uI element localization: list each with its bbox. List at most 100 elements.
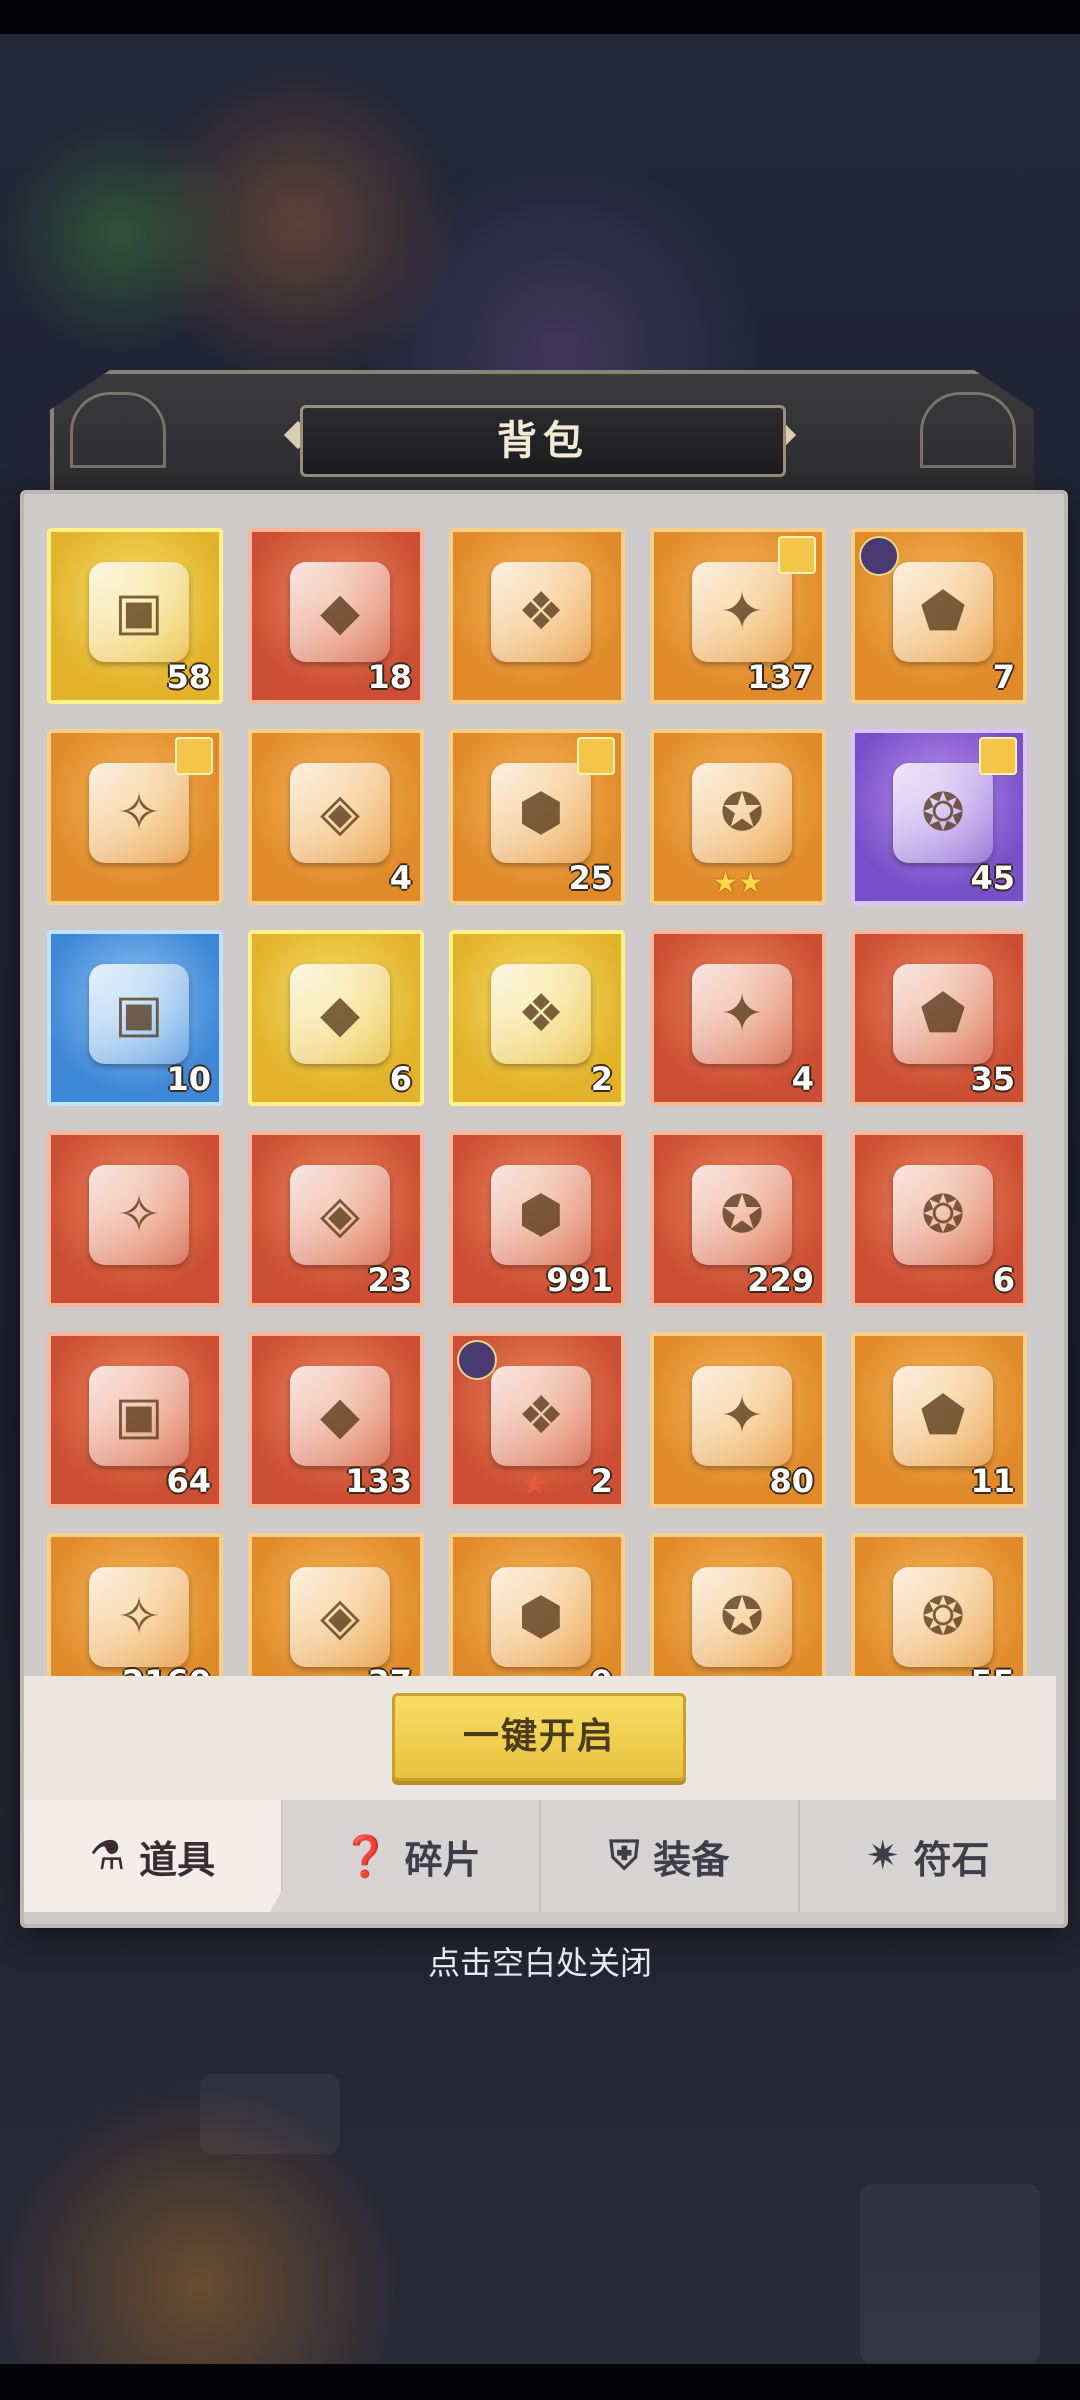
purple-triangle-gem-icon: ◆ bbox=[290, 964, 390, 1064]
silver-chest-icon: ✦ bbox=[692, 562, 792, 662]
red-medal-icon: ◈ bbox=[290, 1165, 390, 1265]
item-slot[interactable]: ✪ bbox=[650, 1533, 826, 1676]
open-all-button[interactable]: 一键开启 bbox=[392, 1693, 686, 1781]
tab-items[interactable]: ⚗ 道具 bbox=[24, 1800, 283, 1912]
item-slot[interactable]: ⬢ 991 bbox=[449, 1131, 625, 1307]
item-count: 4 bbox=[389, 859, 412, 897]
hero-card-pack-multi-icon: ✧ bbox=[89, 763, 189, 863]
item-slot[interactable]: ❖ bbox=[449, 528, 625, 704]
item-count: 2 bbox=[590, 1462, 613, 1500]
tab-equipment[interactable]: ⛨ 装备 bbox=[541, 1800, 800, 1912]
red-rune-disc-icon: ✦ bbox=[692, 964, 792, 1064]
gold-sun-icon: ⬟ bbox=[893, 1366, 993, 1466]
item-slot[interactable]: ✧ bbox=[47, 729, 223, 905]
item-slot[interactable]: ◆ 133 bbox=[248, 1332, 424, 1508]
star-rating: ★★ bbox=[712, 866, 764, 899]
ice-star-icon: ⬢ bbox=[491, 1567, 591, 1667]
item-slot[interactable]: ⬟ 11 bbox=[851, 1332, 1027, 1508]
item-slot[interactable]: ▣ 64 bbox=[47, 1332, 223, 1508]
item-count: 137 bbox=[747, 658, 814, 696]
item-count: 11 bbox=[970, 1462, 1015, 1500]
item-slot[interactable]: ❂ 45 bbox=[851, 729, 1027, 905]
item-slot[interactable]: ❂ 6 bbox=[851, 1131, 1027, 1307]
item-slot[interactable]: ❖ ★ 2 bbox=[449, 1332, 625, 1508]
item-slot[interactable]: ⬢ 25 bbox=[449, 729, 625, 905]
tab-label: 装备 bbox=[653, 1837, 730, 1882]
item-slot[interactable]: ✦ 137 bbox=[650, 528, 826, 704]
item-count: 991 bbox=[546, 1261, 613, 1299]
tab-label: 符石 bbox=[913, 1837, 990, 1882]
item-slot[interactable]: ▣ 10 bbox=[47, 930, 223, 1106]
item-slot[interactable]: ✪ ★★ bbox=[650, 729, 826, 905]
close-hint: 点击空白处关闭 bbox=[427, 1944, 652, 1982]
tab-runestones[interactable]: ✷ 符石 bbox=[800, 1800, 1057, 1912]
crystal-cross-icon: ⬟ bbox=[893, 964, 993, 1064]
item-count: 18 bbox=[367, 658, 412, 696]
item-slot[interactable]: ◈ 4 bbox=[248, 729, 424, 905]
inventory-grid: ▣ 58 ◆ 18 ❖ ✦ 137 ⬟ 7 ✧ ◈ 4 ⬢ 25 ✪ ★★ ❂ 45 ▣ 10 ◆ 6 ❖ 2 ✦ 4 ⬟ 35 ✧ ◈ 2… bbox=[44, 524, 1036, 1676]
item-count: 25 bbox=[568, 859, 613, 897]
rune-star-icon: ✷ bbox=[865, 1833, 900, 1879]
status-bar bbox=[0, 0, 1080, 34]
item-slot[interactable]: ◆ 18 bbox=[248, 528, 424, 704]
item-slot[interactable]: ✧ bbox=[47, 1131, 223, 1307]
gem-emblem-icon: ✪ bbox=[692, 1567, 792, 1667]
question-card-icon: ❓ bbox=[340, 1833, 391, 1880]
card-selection-chest-icon: ⬢ bbox=[491, 763, 591, 863]
item-slot[interactable]: ◆ 6 bbox=[248, 930, 424, 1106]
item-count: 133 bbox=[345, 1462, 412, 1500]
item-count: 4 bbox=[791, 1060, 814, 1098]
item-count: 80 bbox=[769, 1462, 814, 1500]
purple-selection-chest-icon: ❂ bbox=[893, 763, 993, 863]
item-count: 55 bbox=[970, 1663, 1015, 1676]
hero-card-pack-icon: ❖ bbox=[491, 562, 591, 662]
item-slot[interactable]: ⬟ 7 bbox=[851, 528, 1027, 704]
gold-chest-icon: ◈ bbox=[290, 763, 390, 863]
item-slot[interactable]: ◈ 23 bbox=[248, 1131, 424, 1307]
item-count: 6 bbox=[389, 1060, 412, 1098]
purple-winged-chest-icon: ⬟ bbox=[893, 562, 993, 662]
item-count: 6 bbox=[992, 1261, 1015, 1299]
item-slot[interactable]: ⬟ 35 bbox=[851, 930, 1027, 1106]
item-slot[interactable]: ✦ 80 bbox=[650, 1332, 826, 1508]
panel-title: 背包 bbox=[300, 405, 786, 477]
item-count: 37 bbox=[367, 1663, 412, 1676]
item-slot[interactable]: ✦ 4 bbox=[650, 930, 826, 1106]
selection-badge-icon bbox=[778, 536, 816, 574]
nav-bar bbox=[0, 2364, 1080, 2400]
item-count: 2160 bbox=[122, 1663, 211, 1676]
winged-chest-icon: ▣ bbox=[89, 562, 189, 662]
item-slot[interactable]: ⬢9 bbox=[449, 1533, 625, 1676]
item-slot[interactable]: ❂55 bbox=[851, 1533, 1027, 1676]
item-count: 9 bbox=[591, 1663, 613, 1676]
selection-badge-icon bbox=[979, 737, 1017, 775]
hero-spirit-icon: ❖ bbox=[491, 1366, 591, 1466]
tab-fragments[interactable]: ❓ 碎片 bbox=[283, 1800, 541, 1912]
tab-label: 道具 bbox=[139, 1837, 216, 1882]
item-count: 10 bbox=[166, 1060, 211, 1098]
shield-icon: ⛨ bbox=[609, 1833, 640, 1879]
selection-badge-icon bbox=[175, 737, 213, 775]
item-count: 7 bbox=[992, 658, 1015, 696]
crystal-drop-icon: ✧ bbox=[89, 1567, 189, 1667]
background-decoration bbox=[200, 2074, 340, 2154]
faction-tag-icon bbox=[859, 536, 899, 576]
item-slot[interactable]: ▣ 58 bbox=[47, 528, 223, 704]
inventory-tabs: ⚗ 道具 ❓ 碎片 ⛨ 装备 ✷ 符石 bbox=[24, 1800, 1056, 1912]
background-decoration bbox=[860, 2184, 1040, 2364]
tab-label: 碎片 bbox=[404, 1837, 481, 1882]
gold-book-icon: ✦ bbox=[692, 1366, 792, 1466]
item-slot[interactable]: ✪ 229 bbox=[650, 1131, 826, 1307]
faction-tag-icon bbox=[457, 1340, 497, 1380]
item-slot[interactable]: ❖ 2 bbox=[449, 930, 625, 1106]
item-count: 45 bbox=[970, 859, 1015, 897]
item-slot[interactable]: ✧2160 bbox=[47, 1533, 223, 1676]
item-count: 2 bbox=[590, 1060, 613, 1098]
selection-badge-icon bbox=[577, 737, 615, 775]
purple-orb-icon: ◈ bbox=[290, 1567, 390, 1667]
inventory-scroll-area[interactable]: ▣ 58 ◆ 18 ❖ ✦ 137 ⬟ 7 ✧ ◈ 4 ⬢ 25 ✪ ★★ ❂ 45 ▣ 10 ◆ 6 ❖ 2 ✦ 4 ⬟ 35 ✧ ◈ 2… bbox=[44, 524, 1036, 1676]
puzzle-piece-icon: ❂ bbox=[893, 1567, 993, 1667]
item-slot[interactable]: ◈37 bbox=[248, 1533, 424, 1676]
purple-flask-icon: ❂ bbox=[893, 1165, 993, 1265]
item-count: 23 bbox=[367, 1261, 412, 1299]
